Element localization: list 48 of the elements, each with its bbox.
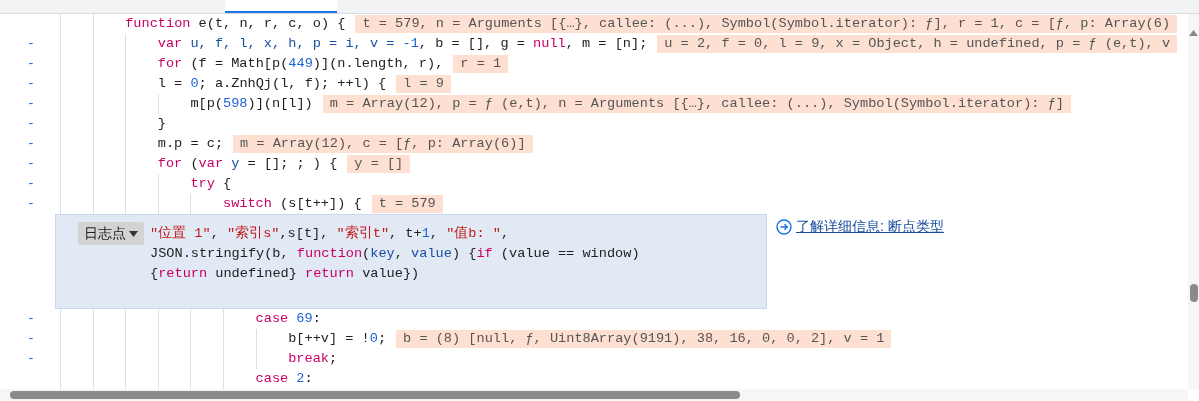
inline-value: t = 579 [371,195,443,213]
code-line: m[p(598)](n[l]) [190,95,313,113]
editor-tab[interactable] [225,0,337,13]
code-line: case 69: [255,310,321,328]
inline-value: m = Array(12), p = ƒ (e,t), n = Arguments [{…}, callee: (...), Symbol(Symbol.iterator): ƒ] [322,95,1071,113]
arrow-circle-icon [776,218,792,235]
inline-value: t = 579, n = Arguments [{…}, callee: (...), Symbol(Symbol.iterator): ƒ], r = 1, c = [ƒ, p: Array(6) [355,15,1178,33]
logpoint-expression-line: {return undefined} return value}) [150,265,421,283]
logpoint-expression-line: JSON.stringify(b, function(key, value) {if (value == window) [150,245,640,263]
line-marker: - [27,310,35,328]
line-marker: - [27,75,35,93]
vertical-scrollbar[interactable] [1188,14,1199,389]
code-line: l = 0; a.ZnhQj(l, f); ++l) { [157,75,387,93]
line-marker: - [27,115,35,133]
line-marker: - [27,175,35,193]
horizontal-scrollbar[interactable] [0,389,1188,401]
line-marker: - [27,135,35,153]
line-marker: - [27,55,35,73]
breakpoint-type-dropdown[interactable]: 日志点 [78,222,144,245]
code-line: m.p = c; [157,135,224,153]
line-marker: - [27,35,35,53]
inline-value: l = 9 [396,75,451,93]
code-line: } [157,115,166,133]
code-line: case 2: [255,370,313,388]
inline-value: r = 1 [453,55,509,73]
line-marker: - [27,155,35,173]
logpoint-expression-line: "位置 1", "索引s",s[t], "索引t", t+1, "值b: ", [150,224,511,243]
code-line: var u, f, l, x, h, p = i, v = -1, b = [], g = null, m = [n]; [157,35,648,53]
line-marker: - [27,195,35,213]
code-line: try { [190,175,232,193]
line-marker: - [27,95,35,113]
inline-value: m = Array(12), c = [ƒ, p: Array(6)] [233,135,533,153]
scrollbar-thumb[interactable] [10,391,740,399]
code-line: break; [288,350,338,368]
code-line: for (var y = []; ; ) { [157,155,338,173]
scrollbar-thumb[interactable] [1190,284,1198,302]
code-line: b[++v] = !0; [288,330,387,348]
inline-value: b = (8) [null, ƒ, Uint8Array(9191), 38, 16, 0, 0, 2], v = 1 [396,330,892,348]
code-line: switch (s[t++]) { [222,195,362,213]
caret-icon [129,230,138,237]
code-line: function e(t, n, r, c, o) { [125,15,346,33]
logpoint-editor[interactable]: 日志点 "位置 1", "索引s",s[t], "索引t", t+1, "值b: ", JSON.stringify(b, function(key, value) {if (value == window) {return undefined} return value}) [55,214,767,309]
inline-value: u = 2, f = 0, l = 9, x = Object, h = undefined, p = ƒ (e,t), v [657,35,1178,53]
inline-value: y = [] [347,155,411,173]
code-line: for (f = Math[p(449)](n.length, r), [157,55,444,73]
line-marker: - [27,350,35,368]
scroll-up-icon[interactable] [1189,30,1198,36]
line-marker: - [27,330,35,348]
